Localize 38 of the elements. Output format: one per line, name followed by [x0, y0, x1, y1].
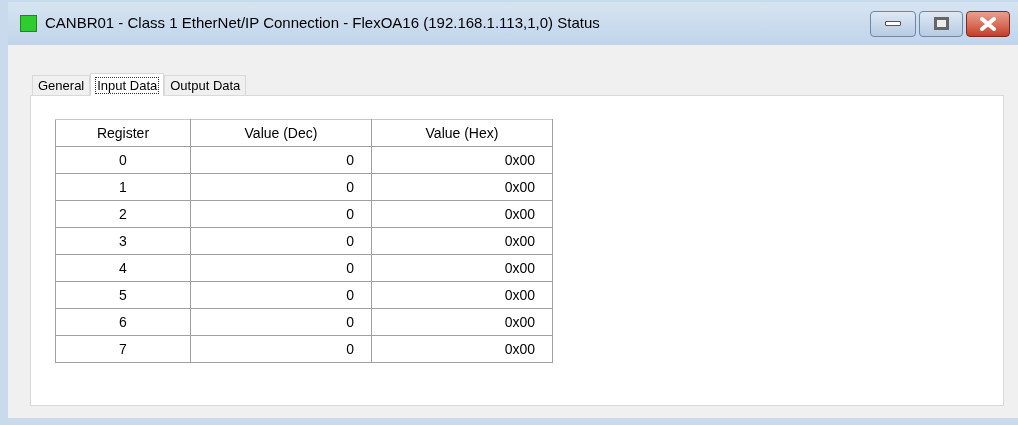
table-cell: 0x00: [371, 227, 553, 255]
table-cell: 3: [55, 227, 191, 255]
table-cell: 2: [55, 200, 191, 228]
maximize-icon: [933, 17, 949, 30]
table-cell: 0: [190, 281, 372, 309]
table-cell: 6: [55, 308, 191, 336]
table-cell: 0: [190, 308, 372, 336]
close-icon: [979, 16, 997, 31]
tab[interactable]: Output Data: [164, 75, 247, 95]
table-cell: 4: [55, 254, 191, 282]
table-cell: 7: [55, 335, 191, 363]
table-cell: 5: [55, 281, 191, 309]
table-cell: 0x00: [371, 173, 553, 201]
minimize-icon: [885, 21, 901, 26]
column-header: Register: [55, 119, 191, 147]
tab[interactable]: General: [32, 75, 91, 95]
maximize-button[interactable]: [919, 10, 963, 37]
column-header: Value (Hex): [371, 119, 553, 147]
table-cell: 0: [190, 200, 372, 228]
table-cell: 1: [55, 173, 191, 201]
table-cell: 0x00: [371, 308, 553, 336]
table-cell: 0x00: [371, 335, 553, 363]
column-header: Value (Dec): [190, 119, 372, 147]
table-cell: 0: [55, 146, 191, 174]
table-cell: 0: [190, 173, 372, 201]
table-cell: 0x00: [371, 146, 553, 174]
table-cell: 0: [190, 227, 372, 255]
status-square-icon: [20, 15, 37, 32]
window-title: CANBR01 - Class 1 EtherNet/IP Connection - FlexOA16 (192.168.1.113,1,0) Status: [45, 13, 600, 34]
table-cell: 0x00: [371, 200, 553, 228]
minimize-button[interactable]: [870, 10, 916, 37]
tab[interactable]: Input Data: [90, 73, 165, 96]
table-cell: 0: [190, 146, 372, 174]
table-cell: 0x00: [371, 281, 553, 309]
table-cell: 0: [190, 254, 372, 282]
close-button[interactable]: [966, 10, 1010, 37]
table-cell: 0: [190, 335, 372, 363]
table-cell: 0x00: [371, 254, 553, 282]
